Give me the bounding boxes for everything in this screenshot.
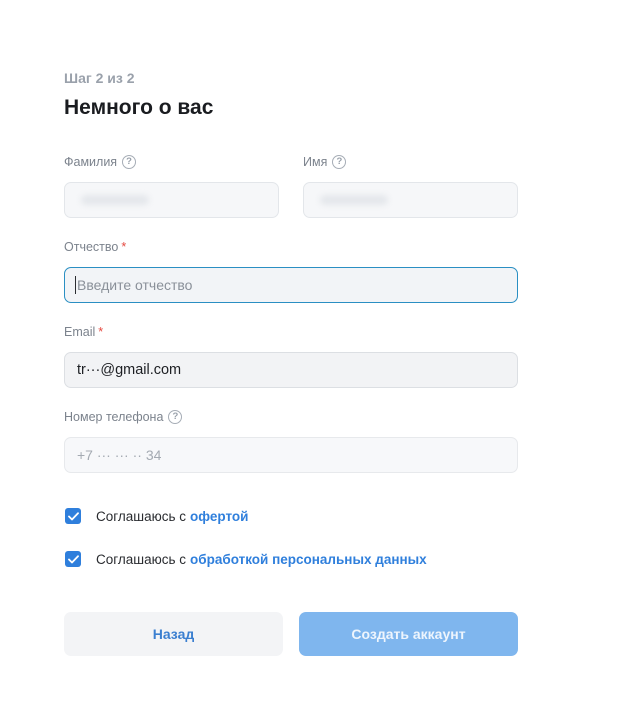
question-circle-icon[interactable]: ?: [332, 155, 347, 169]
offer-agreement-row: Соглашаюсь с офертой: [65, 508, 248, 524]
first-name-label-text: Имя: [303, 155, 328, 169]
required-mark: *: [121, 240, 127, 254]
question-circle-icon[interactable]: ?: [168, 410, 183, 424]
personal-data-link[interactable]: обработкой персональных данных: [190, 552, 427, 567]
back-button[interactable]: Назад: [64, 612, 283, 656]
create-account-button[interactable]: Создать аккаунт: [299, 612, 518, 656]
email-field[interactable]: tr···@gmail.com: [64, 352, 518, 388]
email-label-text: Email: [64, 325, 96, 339]
checkmark-icon: [67, 511, 79, 520]
last-name-label-text: Фамилия: [64, 155, 118, 169]
last-name-field[interactable]: [64, 182, 279, 218]
offer-link[interactable]: офертой: [190, 509, 248, 524]
phone-label: Номер телефона ?: [64, 410, 183, 424]
checkmark-icon: [67, 554, 79, 563]
phone-label-text: Номер телефона: [64, 410, 164, 424]
first-name-label: Имя ?: [303, 155, 347, 169]
offer-checkbox[interactable]: [65, 508, 81, 524]
patronymic-label-text: Отчество: [64, 240, 119, 254]
email-value: tr···@gmail.com: [77, 362, 182, 378]
patronymic-label: Отчество *: [64, 240, 126, 254]
personal-data-checkbox[interactable]: [65, 551, 81, 567]
phone-field: +7 ··· ··· ·· 34: [64, 437, 518, 473]
personal-data-agreement-text: Соглашаюсь с: [96, 551, 187, 567]
first-name-field[interactable]: [303, 182, 518, 218]
step-indicator: Шаг 2 из 2: [64, 70, 135, 86]
blurred-value: [81, 195, 149, 205]
patronymic-placeholder: Введите отчество: [77, 277, 193, 293]
patronymic-input[interactable]: Введите отчество: [64, 267, 518, 303]
phone-value: +7 ··· ··· ·· 34: [77, 447, 162, 463]
blurred-value: [320, 195, 388, 205]
registration-step-page: Шаг 2 из 2 Немного о вас Фамилия ? Имя ?…: [0, 0, 628, 715]
personal-data-agreement-row: Соглашаюсь с обработкой персональных дан…: [65, 551, 427, 567]
required-mark: *: [98, 325, 104, 339]
page-title: Немного о вас: [64, 96, 214, 119]
question-circle-icon[interactable]: ?: [122, 155, 137, 169]
text-caret: [75, 276, 76, 294]
last-name-label: Фамилия ?: [64, 155, 137, 169]
offer-agreement-text: Соглашаюсь с: [96, 508, 187, 524]
email-label: Email *: [64, 325, 103, 339]
